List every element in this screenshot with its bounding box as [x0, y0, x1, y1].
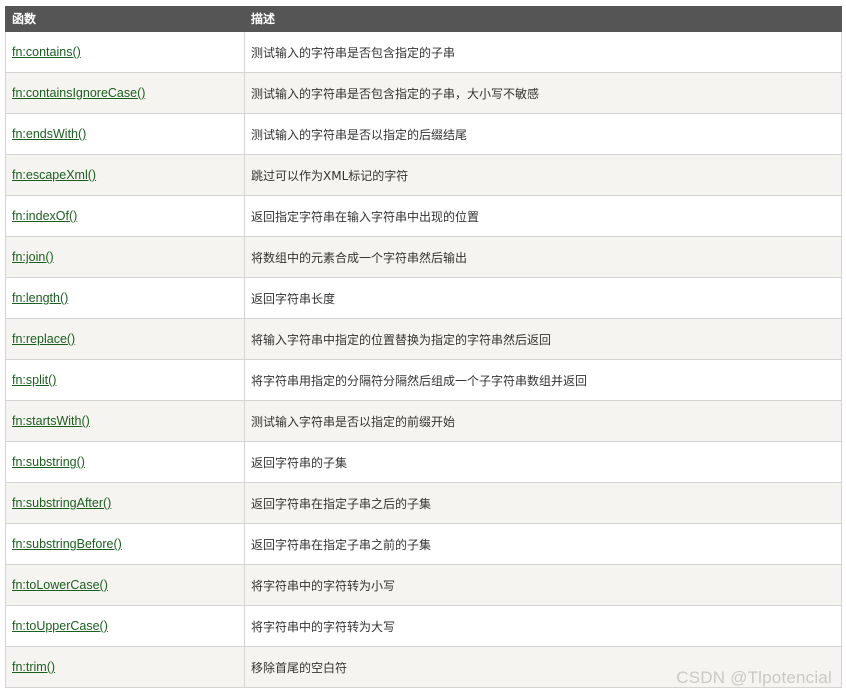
table-row: fn:toUpperCase() 将字符串中的字符转为大写	[5, 605, 842, 647]
function-link[interactable]: fn:substringBefore()	[12, 537, 122, 551]
function-link[interactable]: fn:length()	[12, 291, 68, 305]
function-cell: fn:escapeXml()	[5, 154, 245, 196]
description-cell: 将字符串中的字符转为大写	[244, 605, 842, 647]
header-function: 函数	[5, 6, 245, 32]
function-cell: fn:split()	[5, 359, 245, 401]
description-cell: 将字符串中的字符转为小写	[244, 564, 842, 606]
function-cell: fn:substring()	[5, 441, 245, 483]
function-link[interactable]: fn:containsIgnoreCase()	[12, 86, 145, 100]
description-cell: 测试输入字符串是否以指定的前缀开始	[244, 400, 842, 442]
function-cell: fn:join()	[5, 236, 245, 278]
function-cell: fn:toUpperCase()	[5, 605, 245, 647]
description-cell: 将输入字符串中指定的位置替换为指定的字符串然后返回	[244, 318, 842, 360]
table-row: fn:containsIgnoreCase() 测试输入的字符串是否包含指定的子…	[5, 72, 842, 114]
function-cell: fn:contains()	[5, 31, 245, 73]
description-cell: 跳过可以作为XML标记的字符	[244, 154, 842, 196]
function-cell: fn:endsWith()	[5, 113, 245, 155]
description-cell: 测试输入的字符串是否包含指定的子串，大小写不敏感	[244, 72, 842, 114]
function-link[interactable]: fn:toLowerCase()	[12, 578, 108, 592]
description-cell: 测试输入的字符串是否以指定的后缀结尾	[244, 113, 842, 155]
functions-table-container: 函数 描述 fn:contains() 测试输入的字符串是否包含指定的子串 fn…	[5, 6, 842, 688]
functions-table: 函数 描述 fn:contains() 测试输入的字符串是否包含指定的子串 fn…	[5, 6, 842, 688]
function-cell: fn:toLowerCase()	[5, 564, 245, 606]
table-row: fn:join() 将数组中的元素合成一个字符串然后输出	[5, 236, 842, 278]
table-row: fn:endsWith() 测试输入的字符串是否以指定的后缀结尾	[5, 113, 842, 155]
function-cell: fn:substringAfter()	[5, 482, 245, 524]
table-row: fn:split() 将字符串用指定的分隔符分隔然后组成一个子字符串数组并返回	[5, 359, 842, 401]
table-row: fn:contains() 测试输入的字符串是否包含指定的子串	[5, 31, 842, 73]
function-cell: fn:indexOf()	[5, 195, 245, 237]
function-link[interactable]: fn:indexOf()	[12, 209, 77, 223]
function-link[interactable]: fn:replace()	[12, 332, 75, 346]
function-link[interactable]: fn:endsWith()	[12, 127, 86, 141]
description-cell: 将数组中的元素合成一个字符串然后输出	[244, 236, 842, 278]
description-cell: 返回指定字符串在输入字符串中出现的位置	[244, 195, 842, 237]
function-link[interactable]: fn:startsWith()	[12, 414, 90, 428]
table-row: fn:toLowerCase() 将字符串中的字符转为小写	[5, 564, 842, 606]
description-cell: 返回字符串在指定子串之前的子集	[244, 523, 842, 565]
function-cell: fn:length()	[5, 277, 245, 319]
function-cell: fn:replace()	[5, 318, 245, 360]
table-row: fn:startsWith() 测试输入字符串是否以指定的前缀开始	[5, 400, 842, 442]
function-link[interactable]: fn:toUpperCase()	[12, 619, 108, 633]
table-row: fn:length() 返回字符串长度	[5, 277, 842, 319]
description-cell: 返回字符串在指定子串之后的子集	[244, 482, 842, 524]
table-row: fn:replace() 将输入字符串中指定的位置替换为指定的字符串然后返回	[5, 318, 842, 360]
description-cell: 测试输入的字符串是否包含指定的子串	[244, 31, 842, 73]
table-header-row: 函数 描述	[5, 6, 842, 32]
function-link[interactable]: fn:join()	[12, 250, 54, 264]
function-link[interactable]: fn:substring()	[12, 455, 85, 469]
table-row: fn:substringBefore() 返回字符串在指定子串之前的子集	[5, 523, 842, 565]
table-row: fn:substring() 返回字符串的子集	[5, 441, 842, 483]
table-row: fn:substringAfter() 返回字符串在指定子串之后的子集	[5, 482, 842, 524]
function-link[interactable]: fn:substringAfter()	[12, 496, 111, 510]
table-row: fn:escapeXml() 跳过可以作为XML标记的字符	[5, 154, 842, 196]
function-cell: fn:trim()	[5, 646, 245, 688]
function-link[interactable]: fn:escapeXml()	[12, 168, 96, 182]
description-cell: 返回字符串的子集	[244, 441, 842, 483]
function-link[interactable]: fn:split()	[12, 373, 56, 387]
function-cell: fn:substringBefore()	[5, 523, 245, 565]
function-cell: fn:startsWith()	[5, 400, 245, 442]
table-header: 函数 描述	[5, 6, 842, 32]
function-cell: fn:containsIgnoreCase()	[5, 72, 245, 114]
function-link[interactable]: fn:trim()	[12, 660, 55, 674]
description-cell: 将字符串用指定的分隔符分隔然后组成一个子字符串数组并返回	[244, 359, 842, 401]
function-link[interactable]: fn:contains()	[12, 45, 81, 59]
description-cell: 返回字符串长度	[244, 277, 842, 319]
table-row: fn:indexOf() 返回指定字符串在输入字符串中出现的位置	[5, 195, 842, 237]
csdn-watermark: CSDN @Tlpotencial	[676, 668, 832, 687]
table-body: fn:contains() 测试输入的字符串是否包含指定的子串 fn:conta…	[5, 31, 842, 688]
header-description: 描述	[244, 6, 842, 32]
